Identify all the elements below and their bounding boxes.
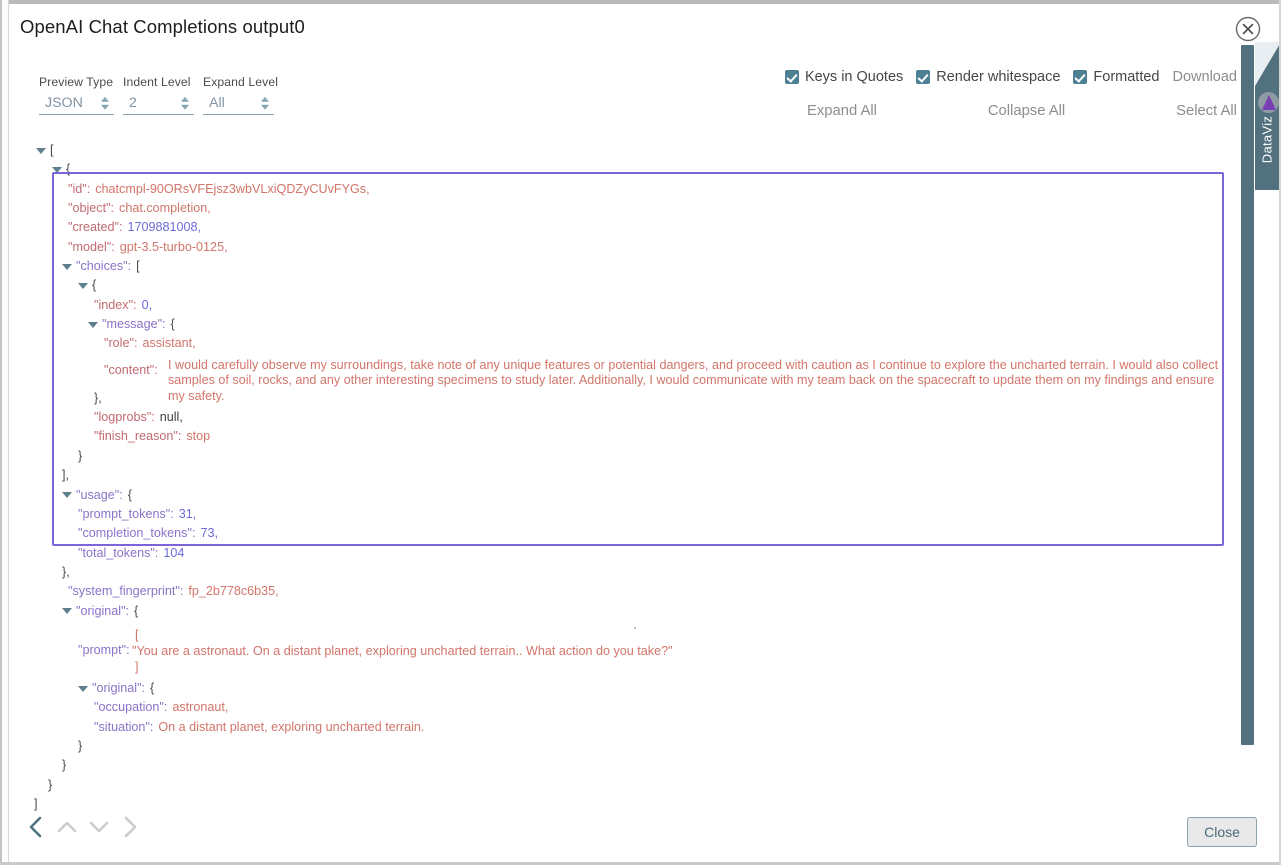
- tree-row-choices[interactable]: "choices": [: [22, 257, 1212, 276]
- chevron-left-icon[interactable]: [22, 812, 48, 842]
- expand-level-group: Expand Level All: [203, 75, 278, 115]
- tree-row-occupation: "occupation": astronaut,: [22, 698, 1212, 717]
- tree-row-original-inner[interactable]: "original": {: [22, 679, 1212, 698]
- preview-type-select[interactable]: JSON: [39, 92, 114, 115]
- triangle-expanded-icon[interactable]: [52, 167, 62, 173]
- indent-level-label: Indent Level: [123, 75, 194, 89]
- preview-type-value: JSON: [45, 95, 83, 111]
- collapse-all-link[interactable]: Collapse All: [988, 103, 1065, 119]
- checkbox-checked-icon[interactable]: [1073, 70, 1087, 84]
- checkbox-checked-icon[interactable]: [916, 70, 930, 84]
- indent-level-select[interactable]: 2: [123, 92, 194, 115]
- tree-actions: Expand All Collapse All Select All: [807, 103, 1237, 119]
- tree-row-index: "index": 0,: [22, 296, 1212, 315]
- page-title: OpenAI Chat Completions output0: [20, 16, 305, 38]
- tree-row-model: "model": gpt-3.5-turbo-0125,: [22, 238, 1212, 257]
- indent-level-value: 2: [129, 95, 137, 111]
- preview-type-label: Preview Type: [39, 75, 114, 89]
- tree-row-situation: "situation": On a distant planet, explor…: [22, 718, 1212, 737]
- tree-row-choice-close: }: [22, 447, 1212, 466]
- tree-row-prompt-tokens: "prompt_tokens": 31,: [22, 505, 1212, 524]
- record-navigation: [22, 812, 144, 842]
- json-tree-viewer[interactable]: [ { "id": chatcmpl-90ORsVFEjsz3wbVLxiQDZ…: [22, 141, 1212, 791]
- formatted-option[interactable]: Formatted: [1073, 69, 1159, 85]
- tree-row-total-tokens: "total_tokens": 104: [22, 544, 1212, 563]
- keys-in-quotes-label: Keys in Quotes: [805, 69, 903, 85]
- prompt-key: "prompt":: [78, 641, 130, 660]
- download-link[interactable]: Download: [1173, 69, 1238, 85]
- expand-all-link[interactable]: Expand All: [807, 103, 877, 119]
- tree-row-original[interactable]: "original": {: [22, 602, 1212, 621]
- tree-row-root-array[interactable]: [: [22, 141, 1212, 160]
- spinner-arrows-icon[interactable]: [181, 97, 189, 110]
- chevron-right-icon[interactable]: [118, 812, 144, 842]
- tree-row-message-close: },: [22, 389, 1212, 408]
- content-key: "content":: [104, 361, 158, 380]
- tree-row-object: "object": chat.completion,: [22, 199, 1212, 218]
- tree-row-completion-tokens: "completion_tokens": 73,: [22, 524, 1212, 543]
- tree-row-message[interactable]: "message": {: [22, 315, 1212, 334]
- tree-row-usage-close: },: [22, 563, 1212, 582]
- tree-row-root-object[interactable]: {: [22, 160, 1212, 179]
- tree-row-choice-open[interactable]: {: [22, 276, 1212, 295]
- triangle-expanded-icon[interactable]: [62, 492, 72, 498]
- tree-row-finish-reason: "finish_reason": stop: [22, 427, 1212, 446]
- tree-row-close-3: }: [22, 776, 1212, 795]
- formatted-label: Formatted: [1093, 69, 1159, 85]
- tree-row-close-4: ]: [22, 795, 1212, 814]
- dataviz-tab-label: DataViz: [1260, 90, 1275, 190]
- spinner-arrows-icon[interactable]: [101, 97, 109, 110]
- indent-level-group: Indent Level 2: [123, 75, 194, 115]
- tree-row-id: "id": chatcmpl-90ORsVFEjsz3wbVLxiQDZyCUv…: [22, 180, 1212, 199]
- display-options: Keys in Quotes Render whitespace Formatt…: [785, 69, 1237, 85]
- tree-row-usage[interactable]: "usage": {: [22, 486, 1212, 505]
- triangle-expanded-icon[interactable]: [78, 283, 88, 289]
- json-preview-dialog: OpenAI Chat Completions output0 Preview …: [0, 0, 1281, 865]
- triangle-expanded-icon[interactable]: [36, 148, 46, 154]
- tree-row-prompt: "prompt": [ "You are a astronaut. On a d…: [22, 621, 1212, 679]
- dataviz-side-tab[interactable]: DataViz: [1255, 42, 1281, 190]
- prompt-value-block: [ "You are a astronaut. On a distant pla…: [135, 627, 673, 675]
- spinner-arrows-icon[interactable]: [261, 97, 269, 110]
- tree-row-system-fingerprint: "system_fingerprint": fp_2b778c6b35,: [22, 582, 1212, 601]
- tree-row-content: "content": I would carefully observe my …: [22, 354, 1212, 386]
- tree-row-logprobs: "logprobs": null,: [22, 408, 1212, 427]
- keys-in-quotes-option[interactable]: Keys in Quotes: [785, 69, 903, 85]
- triangle-expanded-icon[interactable]: [78, 686, 88, 692]
- close-circle-icon[interactable]: [1235, 16, 1261, 42]
- tree-row-role: "role": assistant,: [22, 334, 1212, 353]
- window-top-edge: [0, 0, 1281, 4]
- triangle-expanded-icon[interactable]: [62, 608, 72, 614]
- triangle-expanded-icon[interactable]: [88, 322, 98, 328]
- render-whitespace-option[interactable]: Render whitespace: [916, 69, 1060, 85]
- expand-level-select[interactable]: All: [203, 92, 274, 115]
- tree-row-close-2: }: [22, 756, 1212, 775]
- prompt-open-bracket: [: [135, 627, 673, 643]
- chevron-up-icon[interactable]: [54, 812, 80, 842]
- prompt-string: "You are a astronaut. On a distant plane…: [132, 643, 673, 659]
- close-button[interactable]: Close: [1187, 817, 1257, 847]
- preview-controls: Preview Type JSON Indent Level 2 Expand …: [39, 75, 278, 115]
- select-all-link[interactable]: Select All: [1176, 103, 1237, 119]
- render-whitespace-label: Render whitespace: [936, 69, 1060, 85]
- tab-fold-decor: [1255, 42, 1281, 86]
- expand-level-value: All: [209, 95, 225, 111]
- tree-row-choices-close: ],: [22, 466, 1212, 485]
- preview-type-group: Preview Type JSON: [39, 75, 114, 115]
- triangle-expanded-icon[interactable]: [62, 264, 72, 270]
- vertical-scrollbar-thumb[interactable]: [1241, 45, 1254, 745]
- expand-level-label: Expand Level: [203, 75, 278, 89]
- chevron-down-icon[interactable]: [86, 812, 112, 842]
- window-left-border: [0, 0, 2, 865]
- prompt-close-bracket: ]: [135, 659, 673, 675]
- checkbox-checked-icon[interactable]: [785, 70, 799, 84]
- tree-row-close-1: }: [22, 737, 1212, 756]
- tree-row-created: "created": 1709881008,: [22, 218, 1212, 237]
